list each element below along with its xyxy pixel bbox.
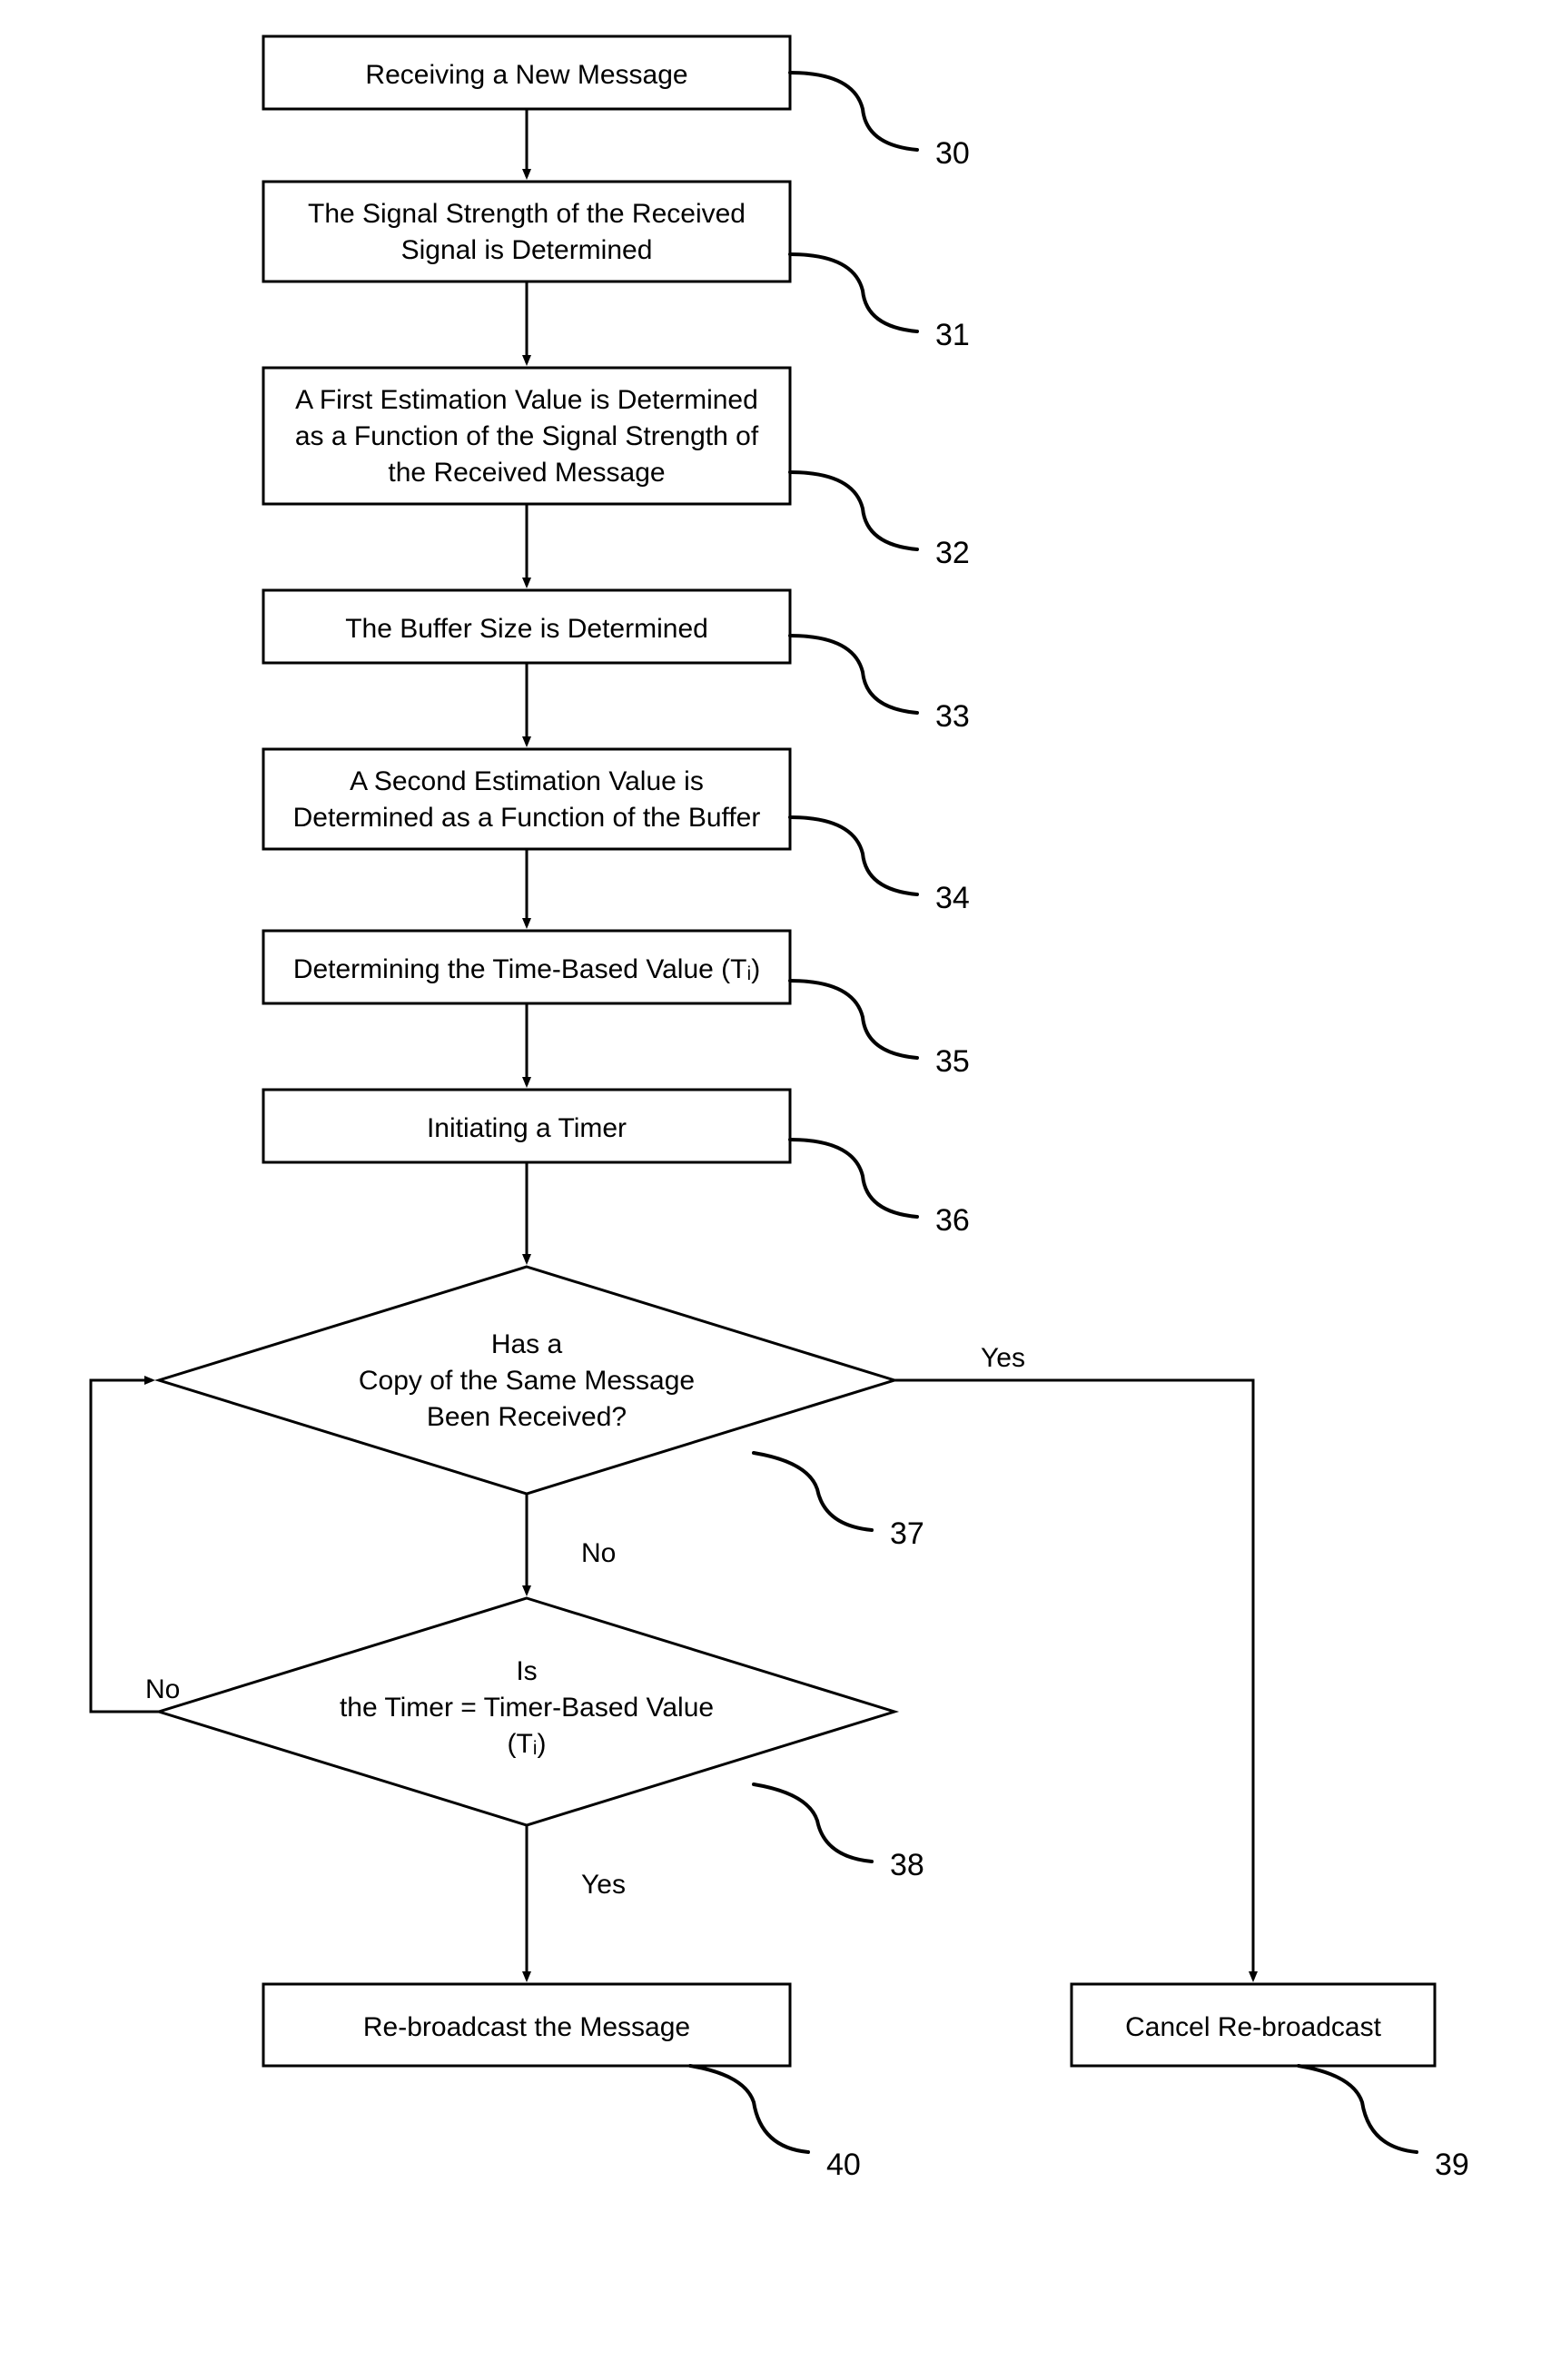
edge-38-yes-label: Yes: [581, 1870, 626, 1900]
step-39-num: 39: [1435, 2148, 1469, 2182]
decision-37: Has a Copy of the Same Message Been Rece…: [159, 1267, 924, 1551]
step-35-l0: Determining the Time-Based Value (Tᵢ): [293, 954, 760, 984]
edge-37-yes: [894, 1380, 1253, 1980]
d38-num: 38: [890, 1848, 924, 1882]
d37-l1: Copy of the Same Message: [359, 1366, 695, 1396]
step-31-num: 31: [935, 318, 970, 352]
step-36: Initiating a Timer 36: [263, 1090, 970, 1238]
step-33: The Buffer Size is Determined 33: [263, 590, 970, 734]
step-36-num: 36: [935, 1203, 970, 1238]
edge-38-no-label: No: [145, 1674, 180, 1704]
d37-l0: Has a: [491, 1329, 563, 1359]
d37-num: 37: [890, 1516, 924, 1551]
step-32-num: 32: [935, 536, 970, 570]
step-33-num: 33: [935, 699, 970, 734]
step-32: A First Estimation Value is Determined a…: [263, 368, 970, 570]
step-34-l1: Determined as a Function of the Buffer: [293, 803, 761, 833]
edge-37-yes-label: Yes: [981, 1343, 1025, 1373]
step-33-l0: The Buffer Size is Determined: [345, 614, 708, 644]
decision-38: Is the Timer = Timer-Based Value (Tᵢ) 38: [159, 1598, 924, 1882]
step-31: The Signal Strength of the Received Sign…: [263, 182, 970, 352]
edge-37-no-label: No: [581, 1538, 616, 1568]
step-35-num: 35: [935, 1044, 970, 1079]
step-30: Receiving a New Message 30: [263, 36, 970, 171]
step-35: Determining the Time-Based Value (Tᵢ) 35: [263, 931, 970, 1079]
step-40: Re-broadcast the Message 40: [263, 1984, 861, 2182]
step-32-l2: the Received Message: [388, 458, 665, 488]
step-40-num: 40: [826, 2148, 861, 2182]
d37-l2: Been Received?: [427, 1402, 627, 1432]
edge-38-no-loop: [91, 1380, 159, 1712]
step-39-l0: Cancel Re-broadcast: [1125, 2012, 1381, 2042]
step-34: A Second Estimation Value is Determined …: [263, 749, 970, 915]
step-34-l0: A Second Estimation Value is: [350, 766, 704, 796]
step-31-l0: The Signal Strength of the Received: [308, 199, 746, 229]
step-32-l1: as a Function of the Signal Strength of: [295, 421, 759, 451]
step-32-l0: A First Estimation Value is Determined: [295, 385, 758, 415]
step-30-text: Receiving a New Message: [365, 60, 687, 90]
step-31-l1: Signal is Determined: [401, 235, 653, 265]
step-40-l0: Re-broadcast the Message: [363, 2012, 690, 2042]
step-34-num: 34: [935, 881, 970, 915]
step-30-num: 30: [935, 136, 970, 171]
d38-l1: the Timer = Timer-Based Value: [340, 1693, 714, 1723]
d38-l2: (Tᵢ): [507, 1729, 546, 1759]
step-39: Cancel Re-broadcast 39: [1072, 1984, 1469, 2182]
step-36-l0: Initiating a Timer: [427, 1113, 627, 1143]
d38-l0: Is: [516, 1656, 537, 1686]
